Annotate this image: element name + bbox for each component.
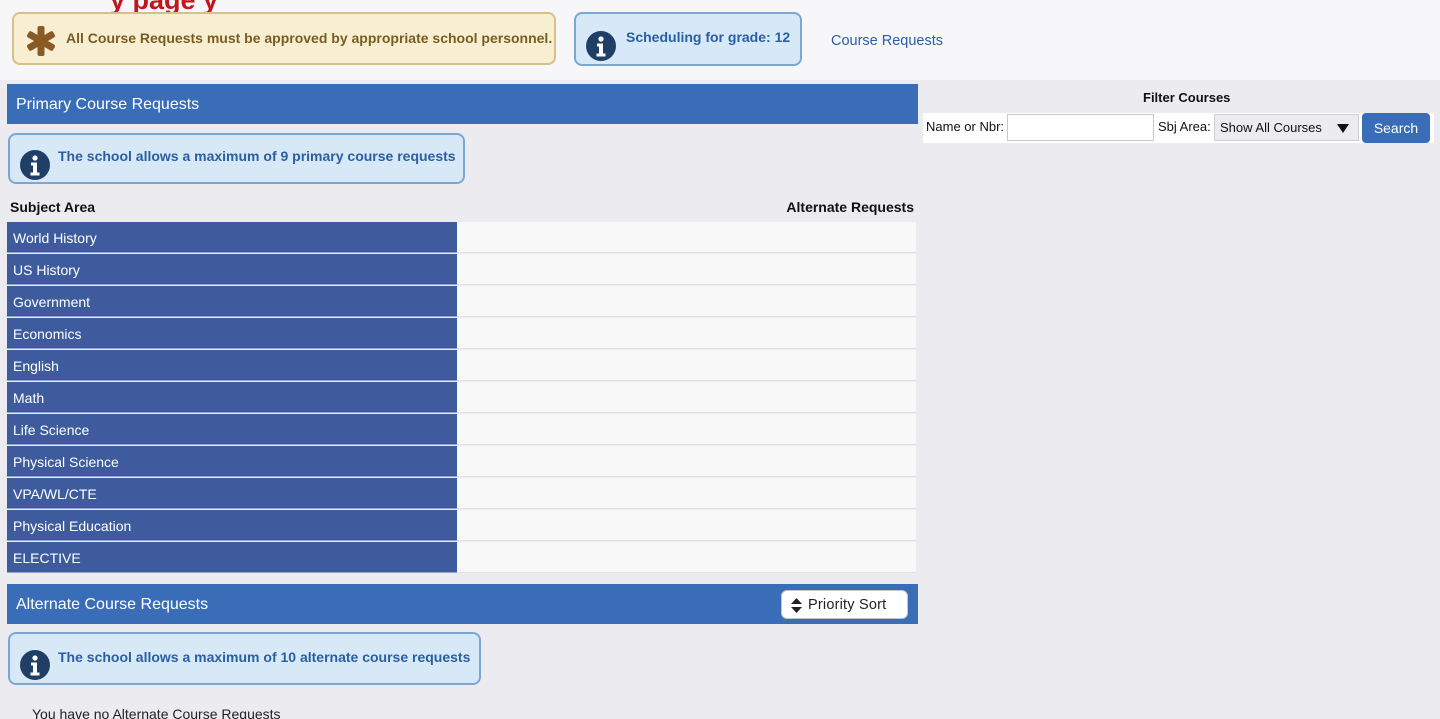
subject-label: English bbox=[13, 358, 59, 374]
alternate-cell[interactable] bbox=[457, 254, 916, 285]
table-row: US History bbox=[7, 254, 916, 286]
alternate-cell[interactable] bbox=[457, 446, 916, 477]
table-row: Physical Science bbox=[7, 446, 916, 478]
alternate-max-text: The school allows a maximum of 10 altern… bbox=[58, 649, 471, 665]
alternate-cell[interactable] bbox=[457, 222, 916, 253]
asterisk-icon bbox=[26, 26, 56, 56]
subject-cell[interactable]: Math bbox=[7, 382, 457, 413]
sbj-area-selected: Show All Courses bbox=[1220, 120, 1322, 135]
alternate-cell[interactable] bbox=[457, 382, 916, 413]
subject-label: ELECTIVE bbox=[13, 550, 81, 566]
primary-requests-title: Primary Course Requests bbox=[16, 96, 200, 113]
subject-cell[interactable]: US History bbox=[7, 254, 457, 285]
approval-warning: All Course Requests must be approved by … bbox=[12, 12, 556, 65]
alternate-requests-column-header: Alternate Requests bbox=[786, 199, 914, 215]
sbj-area-select[interactable]: Show All Courses bbox=[1214, 114, 1359, 141]
alternate-cell[interactable] bbox=[457, 542, 916, 573]
alternate-requests-title: Alternate Course Requests bbox=[16, 596, 209, 613]
no-alternate-requests-text: You have no Alternate Course Requests bbox=[32, 706, 281, 719]
table-row: VPA/WL/CTE bbox=[7, 478, 916, 510]
table-row: Life Science bbox=[7, 414, 916, 446]
table-row: Government bbox=[7, 286, 916, 318]
primary-requests-header: Primary Course Requests bbox=[7, 84, 918, 124]
top-banner: y page y All Course Requests must be app… bbox=[0, 0, 1440, 80]
subject-cell[interactable]: Economics bbox=[7, 318, 457, 349]
alternate-cell[interactable] bbox=[457, 286, 916, 317]
table-row: Math bbox=[7, 382, 916, 414]
subject-cell[interactable]: VPA/WL/CTE bbox=[7, 478, 457, 509]
subject-label: Math bbox=[13, 390, 45, 406]
table-row: English bbox=[7, 350, 916, 382]
subject-cell[interactable]: World History bbox=[7, 222, 457, 253]
primary-max-notice: The school allows a maximum of 9 primary… bbox=[8, 133, 465, 184]
subject-table: World History US History Government Econ… bbox=[7, 222, 916, 574]
subject-cell[interactable]: Physical Science bbox=[7, 446, 457, 477]
search-button[interactable]: Search bbox=[1362, 113, 1430, 143]
subject-cell[interactable]: English bbox=[7, 350, 457, 381]
subject-label: VPA/WL/CTE bbox=[13, 486, 97, 502]
subject-label: Government bbox=[13, 294, 91, 310]
subject-label: Life Science bbox=[13, 422, 90, 438]
subject-cell[interactable]: Government bbox=[7, 286, 457, 317]
subject-cell[interactable]: ELECTIVE bbox=[7, 542, 457, 573]
priority-sort-button[interactable]: Priority Sort bbox=[781, 590, 908, 619]
subject-label: Economics bbox=[13, 326, 82, 342]
name-or-nbr-input[interactable] bbox=[1007, 114, 1154, 141]
priority-sort-label: Priority Sort bbox=[808, 597, 887, 613]
primary-max-text: The school allows a maximum of 9 primary… bbox=[58, 148, 456, 164]
table-row: Physical Education bbox=[7, 510, 916, 542]
subject-label: US History bbox=[13, 262, 80, 278]
alternate-cell[interactable] bbox=[457, 510, 916, 541]
subject-label: Physical Education bbox=[13, 518, 132, 534]
alternate-cell[interactable] bbox=[457, 414, 916, 445]
sbj-area-label: Sbj Area: bbox=[1158, 119, 1211, 134]
subject-cell[interactable]: Life Science bbox=[7, 414, 457, 445]
filter-bar: Name or Nbr: Sbj Area: Show All Courses … bbox=[923, 113, 1434, 143]
chevron-down-icon bbox=[1337, 124, 1349, 133]
alternate-cell[interactable] bbox=[457, 350, 916, 381]
name-or-nbr-label: Name or Nbr: bbox=[926, 119, 1005, 134]
alternate-cell[interactable] bbox=[457, 318, 916, 349]
subject-label: World History bbox=[13, 230, 97, 246]
alternate-max-notice: The school allows a maximum of 10 altern… bbox=[8, 632, 481, 685]
filter-courses-title: Filter Courses bbox=[1143, 90, 1231, 105]
alternate-cell[interactable] bbox=[457, 478, 916, 509]
subject-cell[interactable]: Physical Education bbox=[7, 510, 457, 541]
grade-info-box: Scheduling for grade: 12 bbox=[574, 12, 802, 66]
course-requests-link[interactable]: Course Requests bbox=[831, 33, 943, 49]
warning-text: All Course Requests must be approved by … bbox=[66, 30, 553, 46]
table-row: Economics bbox=[7, 318, 916, 350]
sort-icon bbox=[791, 598, 802, 613]
table-row: ELECTIVE bbox=[7, 542, 916, 574]
info-icon bbox=[20, 150, 50, 180]
grade-text: Scheduling for grade: 12 bbox=[626, 29, 791, 45]
table-row: World History bbox=[7, 222, 916, 254]
subject-area-column-header: Subject Area bbox=[10, 199, 96, 215]
filter-panel bbox=[923, 80, 1440, 719]
info-icon bbox=[586, 31, 616, 61]
info-icon bbox=[20, 650, 50, 680]
subject-label: Physical Science bbox=[13, 454, 119, 470]
